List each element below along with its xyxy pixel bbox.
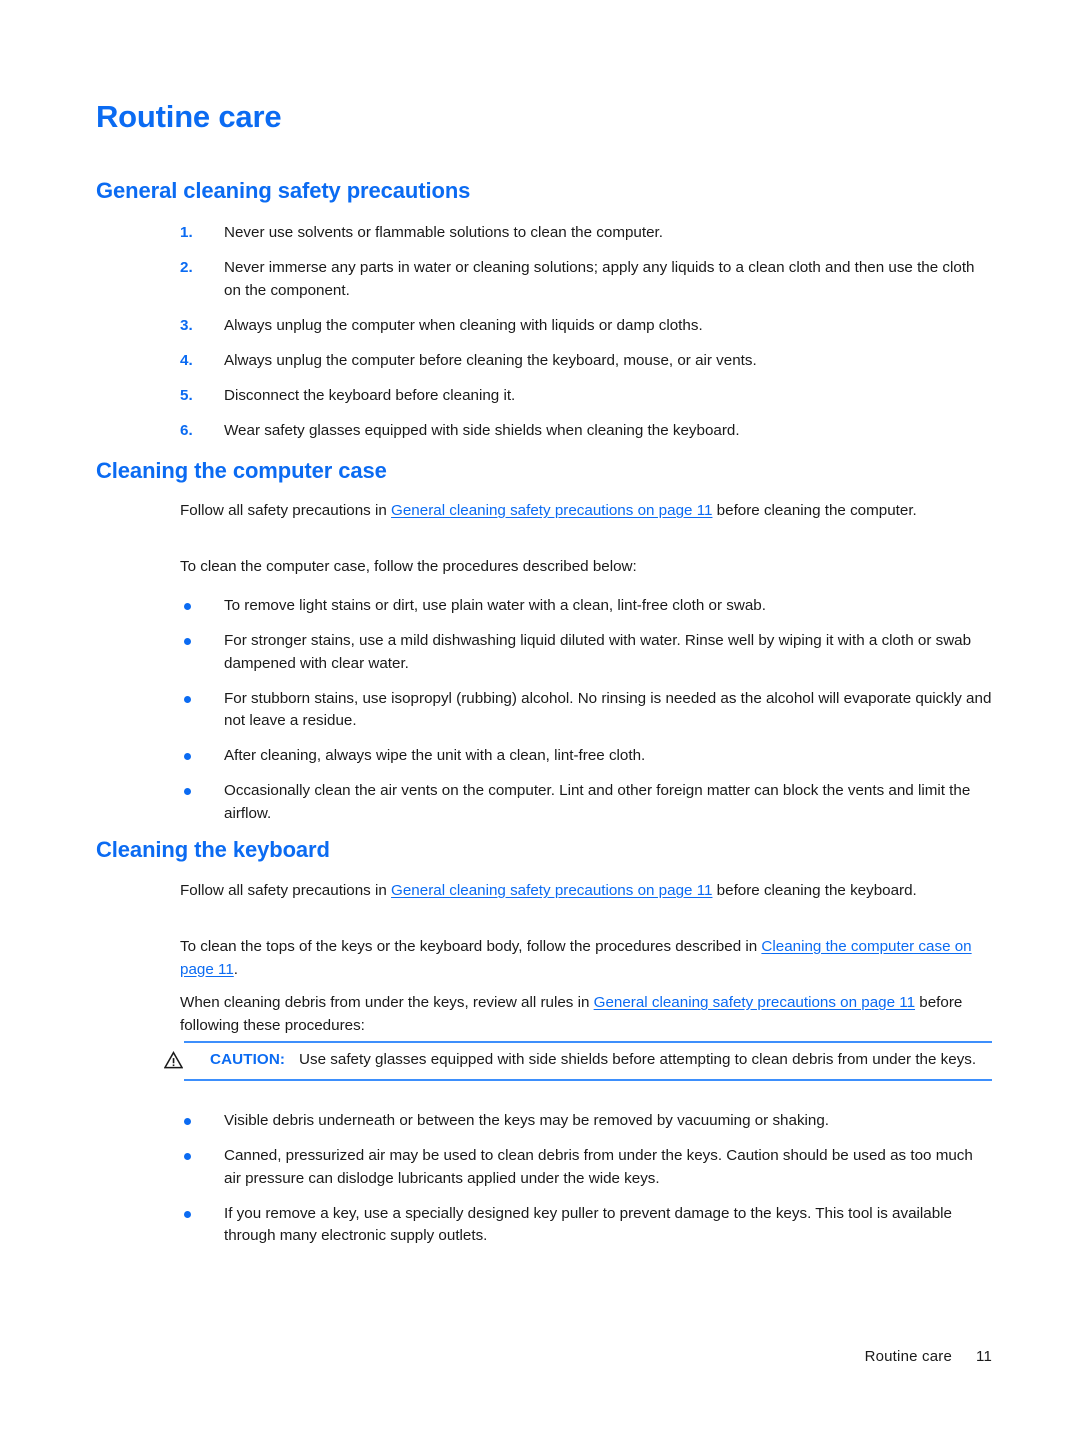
list-item-number: 2. [180,259,193,276]
list-item-text: Disconnect the keyboard before cleaning … [224,386,516,404]
list-item: To remove light stains or dirt, use plai… [180,595,992,618]
caution-note: CAUTION: Use safety glasses equipped with… [164,1041,992,1081]
bullet-icon [184,603,191,610]
section-heading-cleaning-computer-case: Cleaning the computer case [96,458,387,483]
list-item: For stronger stains, use a mild dishwash… [180,630,992,675]
list-item-text: Always unplug the computer when cleaning… [224,316,703,334]
page-title: Routine care [96,99,282,134]
document-page: Routine care General cleaning safety pre… [0,0,1080,1437]
cross-reference-link[interactable]: General cleaning safety precautions on p… [594,994,915,1011]
list-item-text: Never use solvents or flammable solution… [224,224,663,241]
bullet-icon [184,1118,191,1125]
list-item-text: If you remove a key, use a specially des… [224,1204,952,1245]
list-item-text: Canned, pressurized air may be used to c… [224,1147,973,1187]
list-item: If you remove a key, use a specially des… [180,1203,992,1248]
list-item: 2. Never immerse any parts in water or cl… [180,257,992,302]
list-item: 4. Always unplug the computer before clea… [180,350,992,373]
list-item: Visible debris underneath or between the… [180,1110,992,1133]
list-item-text: Occasionally clean the air vents on the … [224,782,971,822]
section-heading-general-cleaning: General cleaning safety precautions [96,178,471,203]
keyboard-debris-paragraph: When cleaning debris from under the keys… [180,994,963,1034]
list-item: Canned, pressurized air may be used to c… [180,1145,992,1190]
computer-case-bullet-list: To remove light stains or dirt, use plai… [180,595,992,838]
list-item-text: Always unplug the computer before cleani… [224,351,757,369]
list-item-number: 3. [180,316,193,334]
list-item: For stubborn stains, use isopropyl (rubb… [180,688,992,733]
list-item-text: To remove light stains or dirt, use plai… [224,597,766,614]
list-item: 5. Disconnect the keyboard before cleanin… [180,385,992,408]
list-item-text: For stronger stains, use a mild dishwash… [224,632,972,672]
bullet-icon [184,695,191,703]
bullet-icon [184,788,191,795]
footer-title: Routine care [864,1348,953,1365]
cross-reference-link[interactable]: Cleaning the computer case on page 11 [180,938,972,978]
list-item-text: Never immerse any parts in water or clea… [224,259,975,299]
section-heading-cleaning-keyboard: Cleaning the keyboard [96,837,330,862]
general-precautions-list: 1. Never use solvents or flammable soluti… [180,222,992,455]
bullet-icon [184,638,191,645]
caution-text: Use safety glasses equipped with side sh… [299,1051,977,1068]
keyboard-tops-paragraph: To clean the tops of the keys or the key… [180,938,972,978]
bullet-icon [184,1153,191,1160]
list-item: 3. Always unplug the computer when cleani… [180,315,992,338]
list-item-number: 6. [180,421,193,439]
computer-case-procedures-lead: To clean the computer case, follow the p… [180,558,637,575]
list-item-number: 1. [180,224,193,241]
caution-label: CAUTION: [210,1051,286,1068]
cross-reference-link[interactable]: General cleaning safety precautions on p… [391,882,712,899]
list-item: 6. Wear safety glasses equipped with side… [180,420,992,443]
list-item-text: After cleaning, always wipe the unit wit… [224,747,646,764]
list-item: After cleaning, always wipe the unit wit… [180,745,992,768]
cross-reference-link[interactable]: General cleaning safety precautions on p… [391,502,712,519]
keyboard-intro-paragraph: Follow all safety precautions in General… [180,882,917,899]
list-item-text: Wear safety glasses equipped with side s… [224,421,740,439]
keyboard-bullet-list: Visible debris underneath or between the… [180,1110,992,1260]
footer-page-number: 11 [976,1348,992,1365]
list-item: Occasionally clean the air vents on the … [180,780,992,825]
list-item-text: For stubborn stains, use isopropyl (rubb… [224,689,992,730]
bullet-icon [184,1210,191,1218]
list-item: 1. Never use solvents or flammable soluti… [180,222,992,245]
list-item-number: 4. [180,351,193,369]
bullet-icon [184,753,191,760]
list-item-number: 5. [180,386,193,404]
page-footer: Routine care 11 [865,1348,992,1365]
computer-case-intro-paragraph: Follow all safety precautions in General… [180,502,917,519]
warning-triangle-icon [164,1051,183,1069]
list-item-text: Visible debris underneath or between the… [224,1112,830,1129]
